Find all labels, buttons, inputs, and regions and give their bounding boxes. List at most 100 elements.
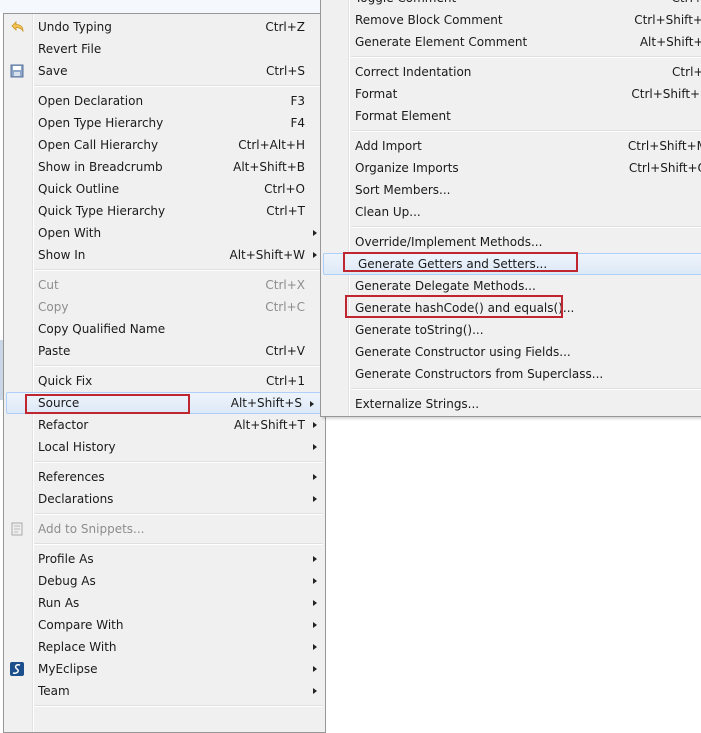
- menu-item-sort-members[interactable]: Sort Members...: [321, 179, 701, 201]
- menu-item-profile-as[interactable]: Profile As: [4, 548, 325, 570]
- menu-item-label: Generate hashCode() and equals()...: [355, 301, 575, 315]
- menu-item-shortcut: Ctrl+X: [265, 278, 305, 292]
- menu-item-shortcut: Ctrl+C: [265, 300, 305, 314]
- menu-item-declarations[interactable]: Declarations: [4, 488, 325, 510]
- menu-item-remove-block-comment[interactable]: Remove Block Comment Ctrl+Shift+\: [321, 9, 701, 31]
- submenu-arrow-icon: [313, 496, 317, 502]
- menu-item-copy: Copy Ctrl+C: [4, 296, 325, 318]
- menu-item-quick-fix[interactable]: Quick Fix Ctrl+1: [4, 370, 325, 392]
- submenu-arrow-icon: [313, 578, 317, 584]
- menu-item-correct-indentation[interactable]: Correct Indentation Ctrl+I: [321, 61, 701, 83]
- myeclipse-icon: [9, 661, 25, 677]
- menu-item-label: Add to Snippets...: [38, 522, 145, 536]
- menu-item-copy-qualified-name[interactable]: Copy Qualified Name: [4, 318, 325, 340]
- menu-item-label: Toggle Comment: [355, 0, 456, 9]
- menu-item-shortcut: Ctrl+Shift+\: [634, 13, 701, 27]
- menu-item-label: Open Type Hierarchy: [38, 116, 164, 130]
- menu-item-label: Team: [38, 684, 70, 698]
- menu-item-replace-with[interactable]: Replace With: [4, 636, 325, 658]
- menu-item-save[interactable]: Save Ctrl+S: [4, 60, 325, 82]
- undo-icon: [9, 19, 25, 35]
- menu-item-generate-element-comment[interactable]: Generate Element Comment Alt+Shift+J: [321, 31, 701, 53]
- menu-item-label: Cut: [38, 278, 59, 292]
- snippets-icon: [9, 521, 25, 537]
- menu-item-label: Run As: [38, 596, 80, 610]
- menu-item-shortcut: Ctrl+T: [266, 204, 305, 218]
- menu-item-label: Generate Element Comment: [355, 35, 528, 49]
- menu-item-shortcut: Ctrl+Alt+H: [238, 138, 305, 152]
- menu-item-open-declaration[interactable]: Open Declaration F3: [4, 90, 325, 112]
- menu-separator: [4, 540, 325, 548]
- menu-item-generate-hashcode-and-equals[interactable]: Generate hashCode() and equals()...: [321, 297, 701, 319]
- menu-item-myeclipse[interactable]: MyEclipse: [4, 658, 325, 680]
- menu-item-revert-file[interactable]: Revert File: [4, 38, 325, 60]
- menu-item-open-type-hierarchy[interactable]: Open Type Hierarchy F4: [4, 112, 325, 134]
- menu-item-override-implement-methods[interactable]: Override/Implement Methods...: [321, 231, 701, 253]
- menu-separator: [4, 702, 325, 710]
- menu-item-debug-as[interactable]: Debug As: [4, 570, 325, 592]
- menu-item-label: Generate Constructor using Fields...: [355, 345, 571, 359]
- menu-item-open-call-hierarchy[interactable]: Open Call Hierarchy Ctrl+Alt+H: [4, 134, 325, 156]
- menu-item-label: Copy: [38, 300, 69, 314]
- menu-separator: [321, 127, 701, 135]
- menu-separator: [321, 53, 701, 61]
- menu-item-label: Open With: [38, 226, 102, 240]
- submenu-arrow-icon: [313, 444, 317, 450]
- menu-item-show-in[interactable]: Show In Alt+Shift+W: [4, 244, 325, 266]
- menu-item-references[interactable]: References: [4, 466, 325, 488]
- menu-item-open-with[interactable]: Open With: [4, 222, 325, 244]
- menu-item-local-history[interactable]: Local History: [4, 436, 325, 458]
- menu-item-generate-delegate-methods[interactable]: Generate Delegate Methods...: [321, 275, 701, 297]
- menu-separator: [4, 362, 325, 370]
- menu-item-label: Replace With: [38, 640, 117, 654]
- menu-item-quick-outline[interactable]: Quick Outline Ctrl+O: [4, 178, 325, 200]
- menu-item-undo-typing[interactable]: Undo Typing Ctrl+Z: [4, 16, 325, 38]
- menu-item-add-import[interactable]: Add Import Ctrl+Shift+M: [321, 135, 701, 157]
- menu-item-label: Undo Typing: [38, 20, 112, 34]
- menu-item-generate-getters-and-setters[interactable]: Generate Getters and Setters...: [323, 253, 701, 275]
- menu-item-label: Revert File: [38, 42, 102, 56]
- menu-item-label: Generate Getters and Setters...: [358, 257, 548, 271]
- menu-item-generate-tostring[interactable]: Generate toString()...: [321, 319, 701, 341]
- menu-separator: [4, 458, 325, 466]
- menu-item-run-as[interactable]: Run As: [4, 592, 325, 614]
- menu-item-refactor[interactable]: Refactor Alt+Shift+T: [4, 414, 325, 436]
- submenu-arrow-icon: [313, 688, 317, 694]
- menu-item-label: Quick Outline: [38, 182, 120, 196]
- menu-item-generate-constructors-from-superclass[interactable]: Generate Constructors from Superclass...: [321, 363, 701, 385]
- menu-item-externalize-strings[interactable]: Externalize Strings...: [321, 393, 701, 415]
- menu-item-generate-constructor-using-fields[interactable]: Generate Constructor using Fields...: [321, 341, 701, 363]
- menu-item-format-element[interactable]: Format Element: [321, 105, 701, 127]
- menu-item-compare-with[interactable]: Compare With: [4, 614, 325, 636]
- menu-separator: [4, 82, 325, 90]
- menu-item-cut: Cut Ctrl+X: [4, 274, 325, 296]
- menu-item-label: Show in Breadcrumb: [38, 160, 163, 174]
- menu-item-label: Compare With: [38, 618, 124, 632]
- menu-item-clean-up[interactable]: Clean Up...: [321, 201, 701, 223]
- menu-item-shortcut: Ctrl+/: [672, 0, 701, 9]
- menu-item-label: Externalize Strings...: [355, 397, 480, 411]
- menu-item-shortcut: Alt+Shift+J: [639, 35, 701, 49]
- editor-background: [0, 0, 322, 13]
- menu-item-toggle-comment[interactable]: Toggle Comment Ctrl+/: [321, 0, 701, 9]
- submenu-arrow-icon: [313, 422, 317, 428]
- menu-item-format[interactable]: Format Ctrl+Shift+F: [321, 83, 701, 105]
- menu-item-team[interactable]: Team: [4, 680, 325, 702]
- save-icon: [9, 63, 25, 79]
- menu-item-shortcut: Ctrl+Z: [265, 20, 305, 34]
- submenu-arrow-icon: [313, 644, 317, 650]
- menu-item-label: Generate Delegate Methods...: [355, 279, 536, 293]
- menu-item-shortcut: Ctrl+Shift+M: [627, 139, 701, 153]
- menu-item-paste[interactable]: Paste Ctrl+V: [4, 340, 325, 362]
- menu-item-label: Remove Block Comment: [355, 13, 503, 27]
- menu-item-organize-imports[interactable]: Organize Imports Ctrl+Shift+O: [321, 157, 701, 179]
- menu-item-shortcut: Ctrl+1: [265, 374, 305, 388]
- menu-item-show-in-breadcrumb[interactable]: Show in Breadcrumb Alt+Shift+B: [4, 156, 325, 178]
- menu-item-shortcut: Ctrl+Shift+O: [628, 161, 701, 175]
- menu-item-add-to-snippets: Add to Snippets...: [4, 518, 325, 540]
- menu-item-label: Clean Up...: [355, 205, 421, 219]
- menu-item-shortcut: Alt+Shift+B: [233, 160, 305, 174]
- menu-item-quick-type-hierarchy[interactable]: Quick Type Hierarchy Ctrl+T: [4, 200, 325, 222]
- menu-item-source[interactable]: Source Alt+Shift+S: [6, 392, 323, 414]
- menu-item-label: Save: [38, 64, 68, 78]
